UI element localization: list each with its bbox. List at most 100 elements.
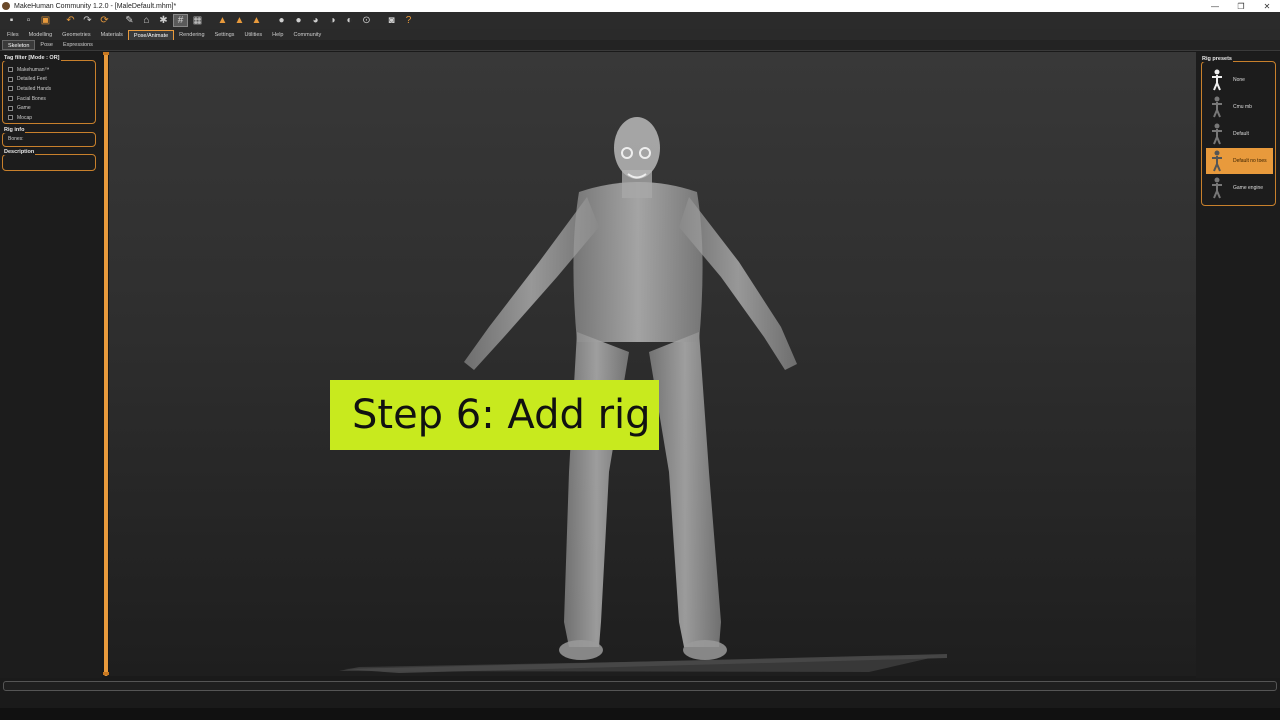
skeleton-thumb-icon bbox=[1206, 176, 1228, 200]
tab-community[interactable]: Community bbox=[288, 30, 326, 40]
bottom-view-icon[interactable]: ◕ bbox=[308, 14, 323, 27]
tag-checkbox-game[interactable]: Game bbox=[3, 103, 95, 113]
back-view-icon[interactable]: ▲ bbox=[232, 14, 247, 27]
tag-label: Detailed Hands bbox=[17, 85, 52, 92]
close-button[interactable]: ✕ bbox=[1254, 2, 1280, 11]
maximize-button[interactable]: ❐ bbox=[1228, 2, 1254, 11]
tag-checkbox-facial-bones[interactable]: Facial Bones bbox=[3, 94, 95, 104]
minimize-button[interactable]: — bbox=[1202, 2, 1228, 11]
subtab-expressions[interactable]: Expressions bbox=[58, 40, 98, 50]
app-icon bbox=[2, 2, 10, 10]
reset-camera-icon[interactable]: ⊙ bbox=[359, 14, 374, 27]
checkbox[interactable] bbox=[8, 76, 13, 82]
skeleton-thumb-icon bbox=[1206, 122, 1228, 146]
skeleton-thumb-icon bbox=[1206, 68, 1228, 92]
main-toolbar: ▪ ▫ ▣ ↶ ↷ ⟳ ✎ ⌂ ✱ # ▦ ▲ ▲ ▲ ● ● ◕ ◑ ◐ ⊙ … bbox=[0, 12, 1280, 29]
tag-filter-group: Tag filter [Mode : OR] Makehuman™ Detail… bbox=[2, 55, 96, 124]
window-title: MakeHuman Community 1.2.0 - [MaleDefault… bbox=[14, 2, 177, 10]
checkbox[interactable] bbox=[8, 96, 13, 102]
skeleton-thumb-icon bbox=[1206, 149, 1228, 173]
checker-icon[interactable]: ▦ bbox=[190, 14, 205, 27]
checkbox[interactable] bbox=[8, 86, 13, 92]
tag-checkbox-detailed-hands[interactable]: Detailed Hands bbox=[3, 84, 95, 94]
3d-viewport[interactable] bbox=[109, 52, 1196, 676]
rig-info-group: Rig info Bones: bbox=[2, 127, 96, 147]
wireframe-icon[interactable]: ⌂ bbox=[139, 14, 154, 27]
save-icon[interactable]: ▪ bbox=[4, 14, 19, 27]
head bbox=[614, 117, 660, 179]
sub-tabs: Skeleton Pose Expressions bbox=[0, 40, 1280, 51]
load-icon[interactable]: ▫ bbox=[21, 14, 36, 27]
checkbox[interactable] bbox=[8, 105, 13, 111]
tab-materials[interactable]: Materials bbox=[96, 30, 128, 40]
redo-icon[interactable]: ↷ bbox=[80, 14, 95, 27]
screenshot-icon[interactable]: ◙ bbox=[384, 14, 399, 27]
tab-geometries[interactable]: Geometries bbox=[57, 30, 95, 40]
preset-default[interactable]: Default bbox=[1206, 121, 1273, 147]
right-shoe bbox=[683, 640, 727, 660]
description-title: Description bbox=[3, 149, 36, 155]
right-leg bbox=[649, 332, 721, 647]
left-view-icon[interactable]: ▲ bbox=[249, 14, 264, 27]
bottom-area bbox=[0, 678, 1280, 720]
top-view-icon[interactable]: ● bbox=[291, 14, 306, 27]
main-tabs: Files Modelling Geometries Materials Pos… bbox=[0, 29, 1280, 40]
right-panel: Rig presets None Cmu mb Default Default … bbox=[1196, 52, 1280, 678]
undo-icon[interactable]: ↶ bbox=[63, 14, 78, 27]
subtab-pose[interactable]: Pose bbox=[35, 40, 58, 50]
torso bbox=[573, 182, 703, 342]
progress-bar bbox=[3, 681, 1277, 691]
left-panel: Tag filter [Mode : OR] Makehuman™ Detail… bbox=[0, 52, 102, 678]
tab-utilities[interactable]: Utilities bbox=[239, 30, 267, 40]
hands-view-icon[interactable]: ◐ bbox=[342, 14, 357, 27]
right-view-icon[interactable]: ● bbox=[274, 14, 289, 27]
export-icon[interactable]: ▣ bbox=[38, 14, 53, 27]
tab-settings[interactable]: Settings bbox=[210, 30, 240, 40]
skeleton-thumb-icon bbox=[1206, 95, 1228, 119]
tab-help[interactable]: Help bbox=[267, 30, 288, 40]
preset-label: Default bbox=[1233, 130, 1249, 137]
tag-checkbox-makehuman[interactable]: Makehuman™ bbox=[3, 65, 95, 75]
checkbox[interactable] bbox=[8, 67, 13, 73]
rig-info-title: Rig info bbox=[3, 127, 26, 133]
tab-rendering[interactable]: Rendering bbox=[174, 30, 209, 40]
rig-presets-title: Rig presets bbox=[1201, 56, 1233, 62]
preset-label: Default no toes bbox=[1233, 157, 1267, 164]
tab-pose-animate[interactable]: Pose/Animate bbox=[127, 30, 175, 40]
panel-splitter[interactable] bbox=[104, 52, 108, 676]
subtab-skeleton[interactable]: Skeleton bbox=[2, 40, 36, 50]
preset-label: Game engine bbox=[1233, 184, 1264, 191]
preset-label: None bbox=[1233, 76, 1245, 83]
tag-label: Makehuman™ bbox=[17, 66, 50, 73]
rig-presets-group: Rig presets None Cmu mb Default Default … bbox=[1201, 56, 1276, 206]
step-caption: Step 6: Add rig bbox=[330, 380, 659, 450]
tag-label: Detailed Feet bbox=[17, 76, 47, 83]
tag-filter-title: Tag filter [Mode : OR] bbox=[3, 55, 61, 61]
help-icon[interactable]: ? bbox=[401, 14, 416, 27]
tag-checkbox-mocap[interactable]: Mocap bbox=[3, 113, 95, 123]
bones-count-label: Bones: bbox=[8, 136, 24, 142]
description-group: Description bbox=[2, 149, 96, 171]
front-view-icon[interactable]: ▲ bbox=[215, 14, 230, 27]
preset-game-engine[interactable]: Game engine bbox=[1206, 175, 1273, 201]
tab-files[interactable]: Files bbox=[2, 30, 24, 40]
preset-label: Cmu mb bbox=[1233, 103, 1252, 110]
checkbox[interactable] bbox=[8, 115, 13, 121]
tag-label: Mocap bbox=[17, 114, 33, 121]
left-shoe bbox=[559, 640, 603, 660]
ground-plane bbox=[339, 656, 939, 672]
preset-default-no-toes[interactable]: Default no toes bbox=[1206, 148, 1273, 174]
tab-modelling[interactable]: Modelling bbox=[24, 30, 58, 40]
smooth-icon[interactable]: ✎ bbox=[122, 14, 137, 27]
tag-label: Game bbox=[17, 105, 31, 112]
preset-none[interactable]: None bbox=[1206, 67, 1273, 93]
window-controls: — ❐ ✕ bbox=[1202, 2, 1280, 11]
reset-icon[interactable]: ⟳ bbox=[97, 14, 112, 27]
tag-checkbox-detailed-feet[interactable]: Detailed Feet bbox=[3, 75, 95, 85]
title-bar: MakeHuman Community 1.2.0 - [MaleDefault… bbox=[0, 0, 1280, 12]
grid-icon[interactable]: # bbox=[173, 14, 188, 27]
pose-icon[interactable]: ✱ bbox=[156, 14, 171, 27]
preset-cmu-mb[interactable]: Cmu mb bbox=[1206, 94, 1273, 120]
tag-label: Facial Bones bbox=[17, 95, 46, 102]
side-view-icon[interactable]: ◑ bbox=[325, 14, 340, 27]
